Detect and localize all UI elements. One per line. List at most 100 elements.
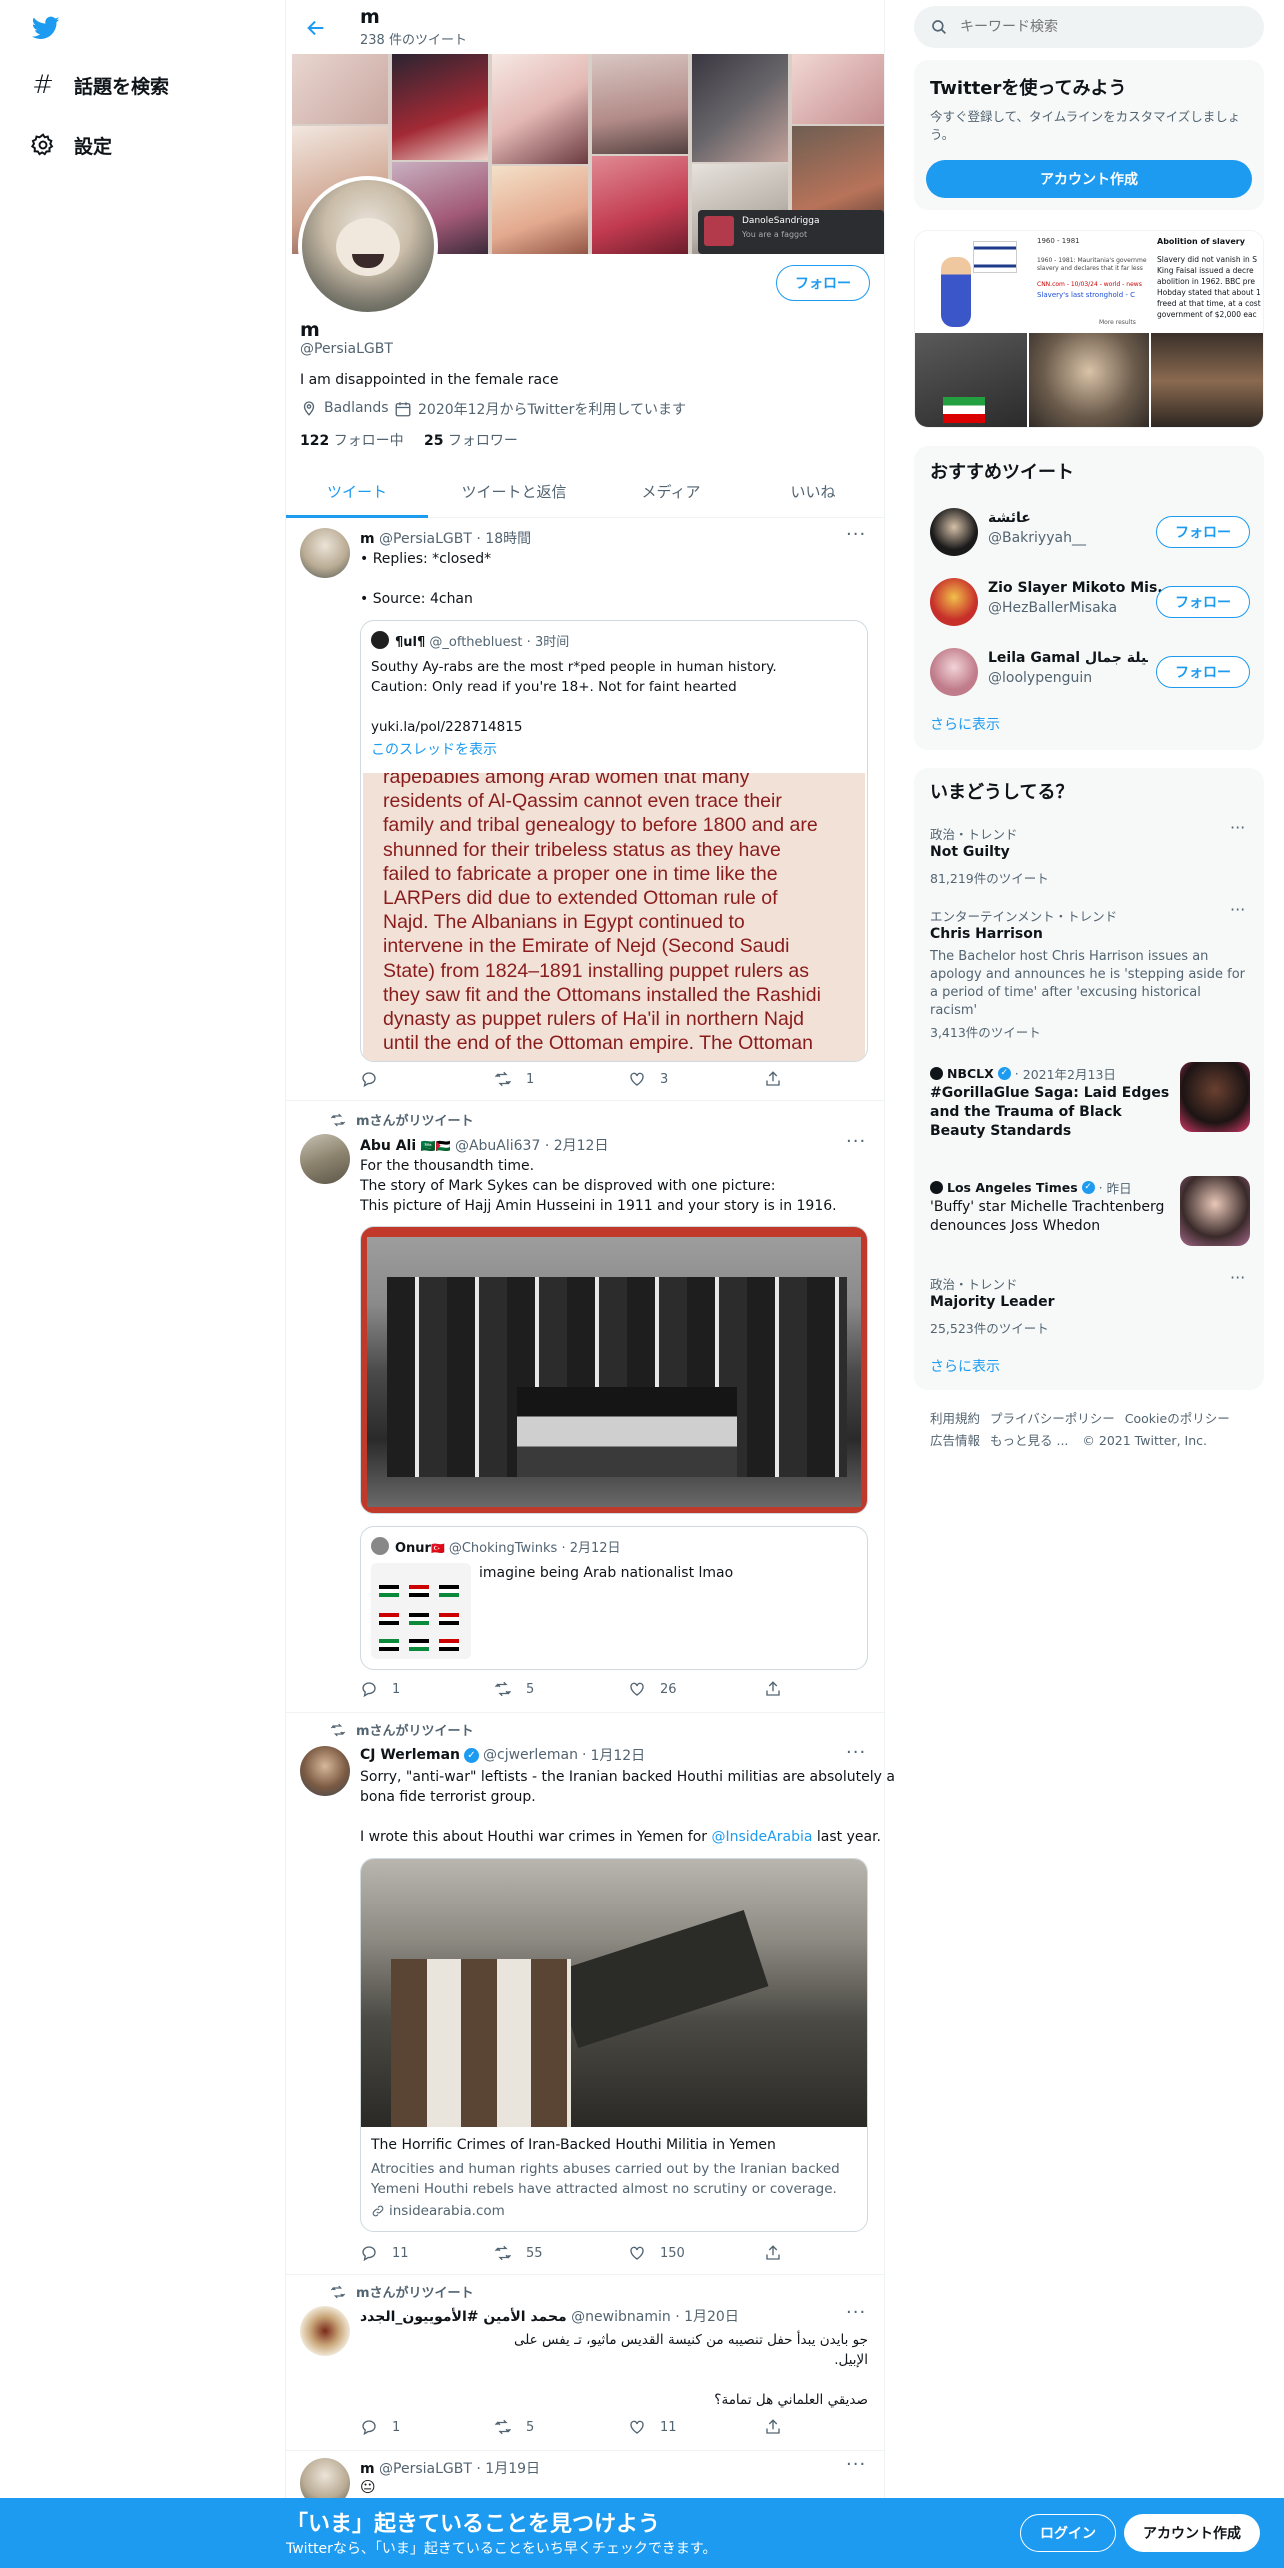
quoted-tweet[interactable]: Onur🇹🇷 @ChokingTwinks · 2月12日 imagine be… <box>360 1526 868 1670</box>
banner-tile <box>692 54 788 162</box>
tweet-more-icon[interactable]: ··· <box>846 524 866 545</box>
tab-tweets[interactable]: ツイート <box>286 464 428 518</box>
search-box[interactable] <box>914 6 1264 48</box>
recommended-show-more[interactable]: さらに表示 <box>930 714 1000 734</box>
tweet-text-line: صديقي العلماني هل تمامة؟ <box>714 2392 868 2408</box>
recommended-user[interactable]: عائشة @Bakriyyah__ フォロー <box>914 498 1264 562</box>
mention-link[interactable]: @InsideArabia <box>711 1829 812 1845</box>
retweet-button[interactable]: 55 <box>494 2244 543 2262</box>
thumbnail-flag <box>409 1639 429 1651</box>
recommended-follow-button[interactable]: フォロー <box>1156 586 1250 618</box>
banner-card-thumb <box>704 216 734 246</box>
share-button[interactable] <box>764 1680 782 1698</box>
tweet-author[interactable]: Abu Ali 🇸🇦🇵🇸 @AbuAli637 · 2月12日 <box>360 1135 608 1155</box>
link-card-domain-text: insidearabia.com <box>389 2203 505 2219</box>
profile-follow-button[interactable]: フォロー <box>776 265 870 301</box>
footer-link[interactable]: 広告情報 <box>930 1433 980 1448</box>
back-button[interactable] <box>300 12 332 44</box>
trend-item[interactable]: 政治・トレンド ··· Majority Leader 25,523件のツイート <box>914 1266 1264 1346</box>
trend-more-icon[interactable]: ··· <box>1230 1268 1245 1287</box>
recommended-user[interactable]: Zio Slayer Mikoto Mis... @HezBallerMisak… <box>914 568 1264 632</box>
bottom-login-button[interactable]: ログイン <box>1020 2514 1116 2552</box>
share-button[interactable] <box>764 2418 782 2436</box>
photo-flag <box>517 1387 737 1477</box>
footer-link[interactable]: 利用規約 <box>930 1411 980 1426</box>
trend-item[interactable]: 政治・トレンド ··· Not Guilty 81,219件のツイート <box>914 816 1264 896</box>
tweet-text-segment: last year. <box>812 1829 881 1845</box>
link-card[interactable]: The Horrific Crimes of Iran-Backed Houth… <box>360 1858 868 2232</box>
reply-icon <box>362 1682 376 1698</box>
profile-bio: I am disappointed in the female race <box>300 372 559 388</box>
tweet-author[interactable]: CJ Werleman ✓ @cjwerleman · 1月12日 <box>360 1745 645 1765</box>
tweet-author[interactable]: محمد الأمين #الأموييون_الجدد @newibnamin… <box>360 2306 739 2326</box>
tweet-avatar[interactable] <box>300 2306 350 2356</box>
twitter-logo[interactable] <box>30 14 64 42</box>
show-thread-link[interactable]: このスレッドを表示 <box>371 739 497 759</box>
bottom-signup-button[interactable]: アカウント作成 <box>1124 2514 1260 2552</box>
footer-link[interactable]: プライバシーポリシー <box>990 1411 1115 1426</box>
share-button[interactable] <box>764 1070 782 1088</box>
retweet-context-text: mさんがリツイート <box>356 1724 474 1739</box>
like-button[interactable]: 26 <box>628 1680 677 1698</box>
article-line: 1960 - 1981: Mauritania's governme <box>1037 257 1147 264</box>
tab-media[interactable]: メディア <box>600 464 742 518</box>
recommended-user[interactable]: Leila Gamal ليلة جمال @loolypenguin フォロー <box>914 638 1264 702</box>
like-button[interactable]: 11 <box>628 2418 677 2436</box>
tab-likes[interactable]: いいね <box>742 464 884 518</box>
recommended-follow-button[interactable]: フォロー <box>1156 516 1250 548</box>
tweet-author[interactable]: m @PersiaLGBT · 18時間 <box>360 528 531 548</box>
trend-more-icon[interactable]: ··· <box>1230 900 1245 919</box>
trend-news-item[interactable]: NBCLX ✓ · 2021年2月13日 #GorillaGlue Saga: … <box>914 1058 1264 1154</box>
tweet-avatar[interactable] <box>300 1746 350 1796</box>
retweet-button[interactable]: 5 <box>494 1680 534 1698</box>
tweet-text-line: • Replies: *closed* <box>360 551 492 567</box>
search-input[interactable] <box>960 19 1240 35</box>
trends-panel: いまどうしてる？ 政治・トレンド ··· Not Guilty 81,219件の… <box>914 768 1264 1390</box>
tweet-author[interactable]: m @PersiaLGBT · 1月19日 <box>360 2458 540 2478</box>
quoted-tweet[interactable]: ¶ul¶ @_ofthebluest · 3时间 Southy Ay-rabs … <box>360 620 868 1062</box>
trend-item[interactable]: エンターテインメント・トレンド ··· Chris Harrison The B… <box>914 898 1264 1048</box>
like-button[interactable]: 3 <box>628 1070 668 1088</box>
reply-button[interactable]: 1 <box>360 1680 400 1698</box>
quoted-author: Onur🇹🇷 @ChokingTwinks · 2月12日 <box>395 1537 621 1556</box>
tab-tweets-label: ツイート <box>326 482 387 501</box>
tweet-more-icon[interactable]: ··· <box>846 1131 866 1152</box>
tweet-photo[interactable] <box>360 1226 868 1514</box>
quoted-avatar <box>371 1537 389 1555</box>
followers-link[interactable]: 25 フォロワー <box>424 430 518 450</box>
banner-card-name: DanoleSandrigga <box>742 216 820 226</box>
reply-button[interactable]: 1 <box>360 2418 400 2436</box>
trend-more-icon[interactable]: ··· <box>1230 818 1245 837</box>
trend-name: Chris Harrison <box>930 926 1043 942</box>
tweet-more-icon[interactable]: ··· <box>846 2302 866 2323</box>
footer-link[interactable]: Cookieのポリシー <box>1125 1411 1230 1426</box>
retweet-context: mさんがリツイート <box>330 1110 474 1129</box>
nav-explore[interactable]: # 話題を検索 <box>30 70 169 100</box>
heart-icon <box>630 1072 644 1086</box>
signup-button[interactable]: アカウント作成 <box>926 160 1252 198</box>
reply-button[interactable] <box>360 1070 392 1088</box>
tweet-more-icon[interactable]: ··· <box>846 2454 866 2475</box>
following-link[interactable]: 122 フォロー中 <box>300 430 404 450</box>
tweet-avatar[interactable] <box>300 528 350 578</box>
reply-button[interactable]: 11 <box>360 2244 409 2262</box>
tweet-text-segment: I wrote this about Houthi war crimes in … <box>360 1829 712 1845</box>
retweet-button[interactable]: 1 <box>494 1070 534 1088</box>
link-card-title: The Horrific Crimes of Iran-Backed Houth… <box>371 2137 776 2153</box>
tweet-more-icon[interactable]: ··· <box>846 1742 866 1763</box>
trends-show-more[interactable]: さらに表示 <box>930 1356 1000 1376</box>
tab-tweets-and-replies[interactable]: ツイートと返信 <box>428 464 600 518</box>
nav-settings[interactable]: 設定 <box>30 130 112 160</box>
tweet-avatar[interactable] <box>300 1134 350 1184</box>
recommended-follow-button[interactable]: フォロー <box>1156 656 1250 688</box>
share-button[interactable] <box>764 2244 782 2262</box>
image-text-line: family and tribal genealogy to before 18… <box>383 814 818 837</box>
profile-avatar[interactable] <box>298 176 438 316</box>
footer-link[interactable]: もっと見る ... <box>990 1433 1068 1448</box>
trend-news-item[interactable]: Los Angeles Times ✓ · 昨日 'Buffy' star Mi… <box>914 1172 1264 1252</box>
retweet-context: mさんがリツイート <box>330 1720 474 1739</box>
retweet-button[interactable]: 5 <box>494 2418 534 2436</box>
media-panel[interactable]: 1960 - 1981 1960 - 1981: Mauritania's go… <box>914 230 1264 428</box>
like-button[interactable]: 150 <box>628 2244 685 2262</box>
news-source: NBCLX ✓ · 2021年2月13日 <box>930 1064 1116 1083</box>
